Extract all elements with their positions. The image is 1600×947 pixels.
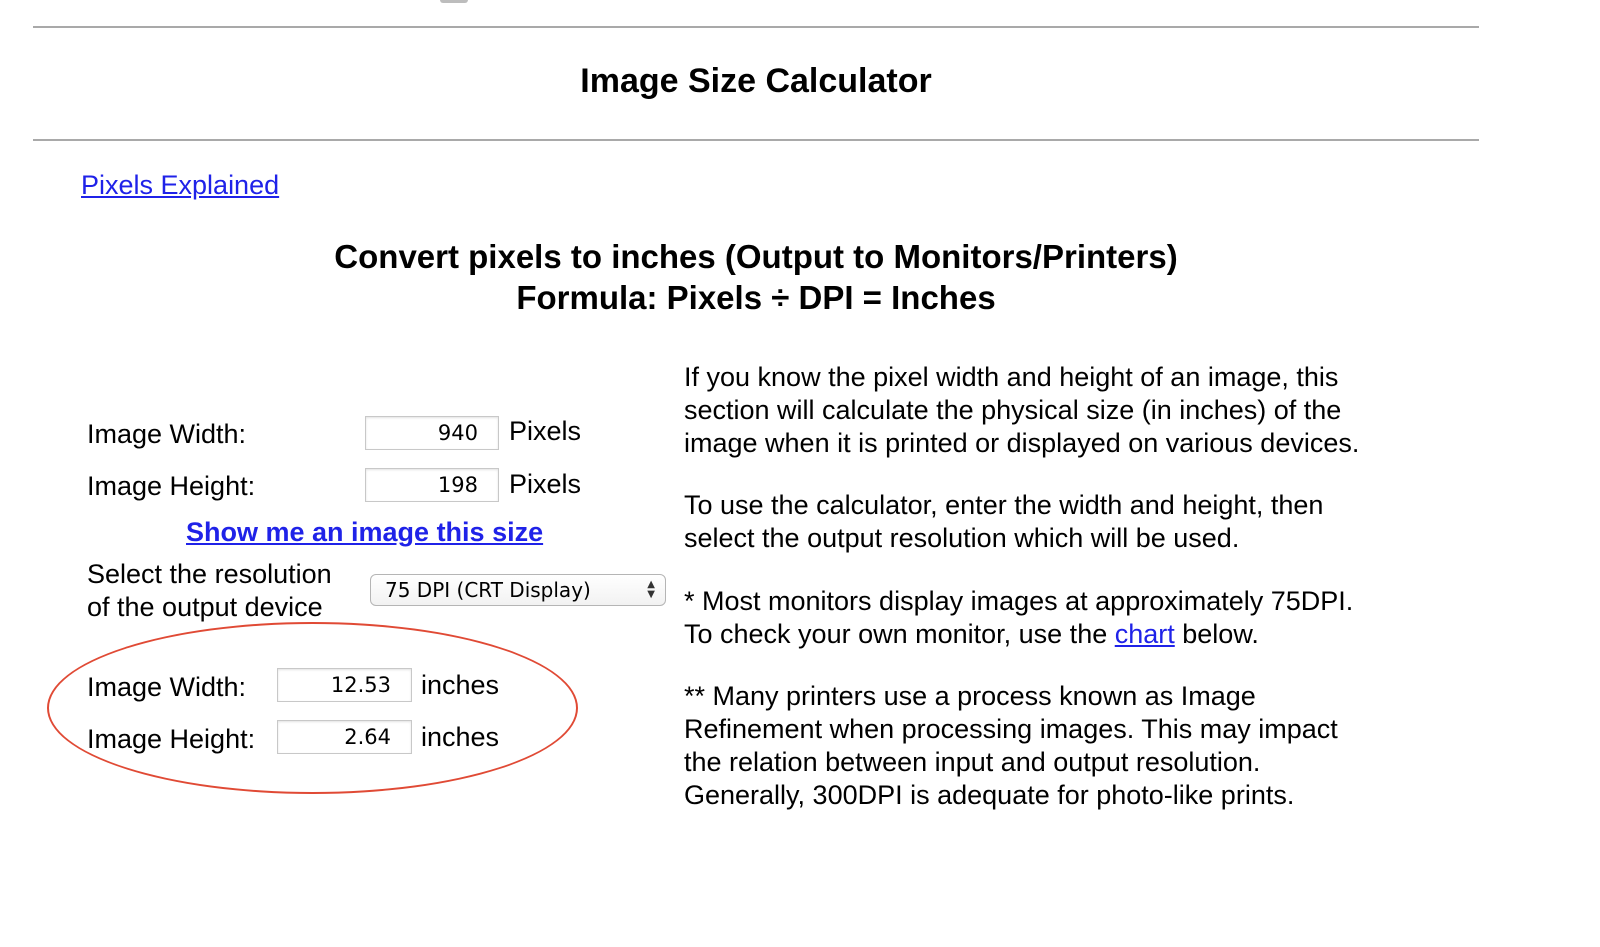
- help-paragraph-intro: If you know the pixel width and height o…: [684, 361, 1444, 460]
- output-width-unit: inches: [421, 670, 500, 700]
- output-width-label: Image Width:: [87, 672, 247, 702]
- pixels-explained-link[interactable]: Pixels Explained: [81, 170, 279, 201]
- help-text-line: the relation between input and output re…: [684, 747, 1261, 777]
- top-divider: [33, 26, 1479, 28]
- image-height-label: Image Height:: [87, 471, 256, 501]
- image-height-pixels-input[interactable]: [365, 468, 499, 502]
- help-text-line: * Most monitors display images at approx…: [684, 586, 1354, 616]
- help-text-line: Refinement when processing images. This …: [684, 714, 1338, 744]
- image-width-unit: Pixels: [509, 416, 582, 446]
- chart-link[interactable]: chart: [1115, 619, 1175, 649]
- output-height-inches-field[interactable]: [277, 720, 412, 754]
- output-height-label: Image Height:: [87, 724, 256, 754]
- resolution-label-line1: Select the resolution: [87, 559, 332, 589]
- help-text-fragment: To check your own monitor, use the: [684, 619, 1115, 649]
- formula-line: Formula: Pixels ÷ DPI = Inches: [516, 279, 996, 316]
- output-width-inches-field[interactable]: [277, 668, 412, 702]
- output-height-unit: inches: [421, 722, 500, 752]
- image-width-pixels-input[interactable]: [365, 416, 499, 450]
- help-text-line: To check your own monitor, use the chart…: [684, 618, 1444, 651]
- help-paragraph-printers: ** Many printers use a process known as …: [684, 680, 1444, 812]
- resolution-select[interactable]: 75 DPI (CRT Display) ▲ ▼: [370, 574, 666, 606]
- image-width-label: Image Width:: [87, 419, 247, 449]
- resolution-selected-value: 75 DPI (CRT Display): [385, 578, 591, 602]
- help-paragraph-monitors: * Most monitors display images at approx…: [684, 585, 1444, 651]
- section-title-line1: Convert pixels to inches (Output to Moni…: [334, 238, 1178, 275]
- select-arrows-icon: ▲ ▼: [647, 579, 655, 600]
- header-divider: [33, 139, 1479, 141]
- help-text-line: To use the calculator, enter the width a…: [684, 490, 1324, 520]
- help-text-line: image when it is printed or displayed on…: [684, 428, 1360, 458]
- show-image-size-link[interactable]: Show me an image this size: [186, 517, 543, 548]
- help-text-line: If you know the pixel width and height o…: [684, 362, 1339, 392]
- page-top-fragment: [440, 0, 468, 3]
- page-title: Image Size Calculator: [580, 62, 932, 100]
- help-paragraph-usage: To use the calculator, enter the width a…: [684, 489, 1444, 555]
- section-title: Convert pixels to inches (Output to Moni…: [33, 236, 1479, 318]
- help-text-fragment: below.: [1174, 619, 1259, 649]
- help-text-line: ** Many printers use a process known as …: [684, 681, 1256, 711]
- image-height-unit: Pixels: [509, 469, 582, 499]
- help-text-line: select the output resolution which will …: [684, 523, 1240, 553]
- red-highlight-ellipse: [47, 622, 578, 794]
- resolution-label-line2: of the output device: [87, 592, 323, 622]
- help-text-line: section will calculate the physical size…: [684, 395, 1342, 425]
- help-text-line: Generally, 300DPI is adequate for photo-…: [684, 780, 1295, 810]
